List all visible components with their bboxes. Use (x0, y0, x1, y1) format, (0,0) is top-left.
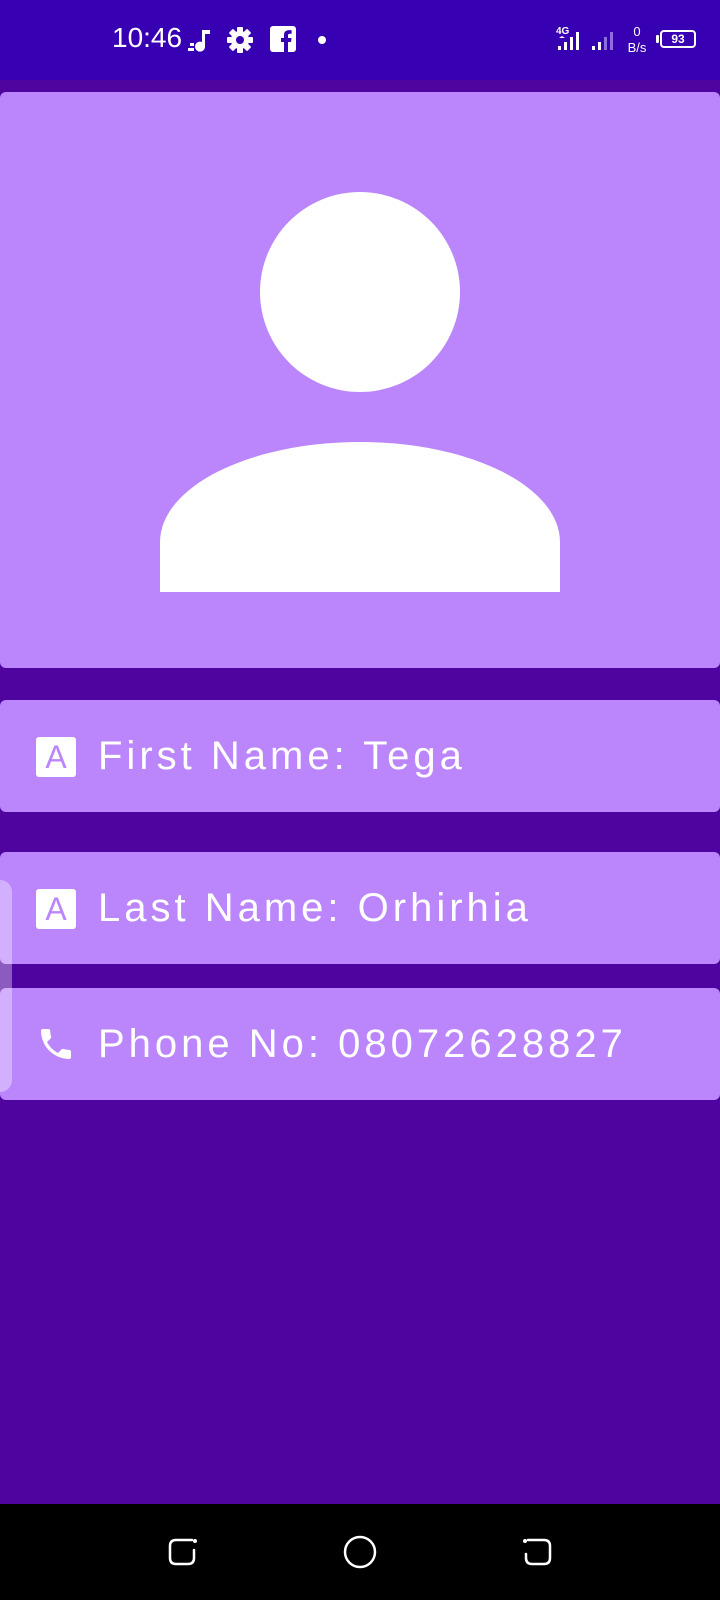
net-rate-value: 0 (633, 24, 641, 39)
phone-card[interactable]: Phone No: 08072628827 (0, 988, 720, 1100)
recents-button[interactable] (164, 1532, 204, 1572)
avatar-body (160, 442, 560, 592)
first-name-card[interactable]: A First Name: Tega (0, 700, 720, 812)
phone-icon (36, 1024, 76, 1064)
last-name-text: Last Name: Orhirhia (98, 886, 532, 930)
avatar-card (0, 92, 720, 668)
svg-text:4G: 4G (556, 26, 570, 37)
first-name-text: First Name: Tega (98, 734, 466, 778)
clock-time: 10:46 (112, 22, 183, 53)
edge-panel-handle[interactable] (0, 880, 12, 1092)
letter-a-icon: A (36, 889, 76, 929)
gear-icon (226, 26, 254, 59)
home-icon (343, 1535, 377, 1569)
recents-icon (168, 1538, 197, 1566)
facebook-icon (270, 26, 296, 57)
avatar-head (260, 192, 460, 392)
home-button[interactable] (340, 1532, 380, 1572)
net-rate-readout: 0 B/s (622, 24, 652, 56)
status-bar: 10:46 4G 0 B/s 93 (0, 0, 720, 80)
back-icon (523, 1538, 552, 1566)
net-rate-unit: B/s (627, 40, 647, 55)
phone-number-text: Phone No: 08072628827 (98, 1022, 627, 1066)
battery-icon (656, 35, 659, 43)
battery-level: 93 (660, 30, 696, 48)
letter-a-icon: A (36, 737, 76, 777)
signal-icon: 4G (556, 24, 620, 57)
music-note-icon (186, 28, 214, 59)
navigation-bar (0, 1504, 720, 1600)
notification-dot-icon (318, 36, 326, 44)
back-button[interactable] (516, 1532, 556, 1572)
last-name-card[interactable]: A Last Name: Orhirhia (0, 852, 720, 964)
